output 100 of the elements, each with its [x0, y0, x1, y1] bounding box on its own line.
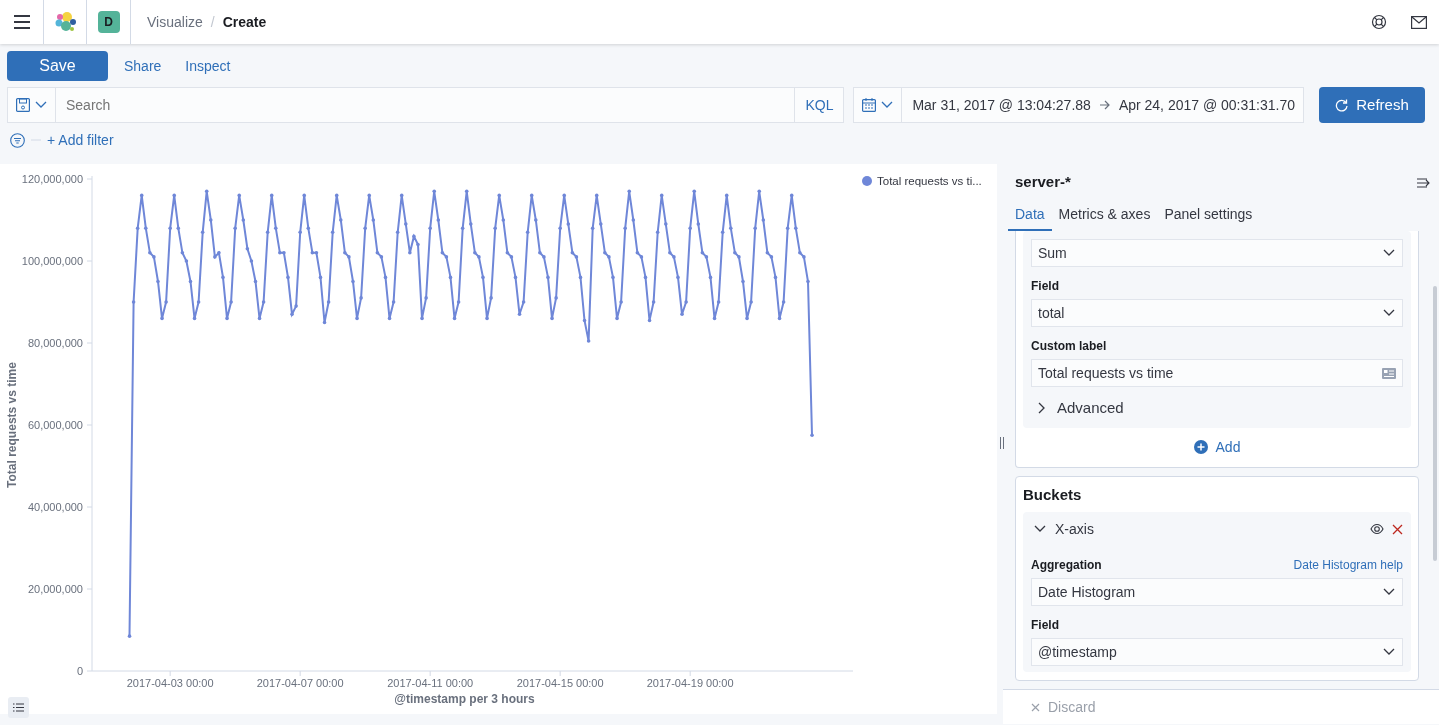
- data-point: [371, 218, 376, 222]
- select-field[interactable]: @timestamp: [1031, 638, 1403, 666]
- data-point: [241, 218, 246, 222]
- tab[interactable]: Metrics & axes: [1051, 204, 1158, 231]
- legend-item[interactable]: Total requests vs ti...: [862, 175, 982, 187]
- data-point: [156, 279, 160, 284]
- legend-toggle-button[interactable]: [8, 697, 29, 718]
- start-date-button[interactable]: Mar 31, 2017 @ 13:04:27.88: [902, 94, 1091, 116]
- y-tick-label: 40,000,000: [27, 501, 83, 513]
- data-point: [225, 316, 229, 321]
- y-tick-label: 20,000,000: [27, 583, 83, 595]
- data-point: [590, 226, 595, 230]
- data-point: [306, 226, 311, 230]
- y-tick-label: 120,000,000: [21, 173, 83, 185]
- eye-icon[interactable]: [1370, 523, 1384, 535]
- menu-icon[interactable]: [13, 15, 30, 29]
- data-point: [391, 300, 396, 304]
- data-point: [188, 279, 193, 284]
- data-point: [594, 193, 599, 198]
- scrollbar-thumb[interactable]: [1433, 286, 1437, 561]
- logo-icon[interactable]: [54, 11, 76, 33]
- data-point: [501, 218, 506, 222]
- breadcrumb: Create: [222, 12, 267, 32]
- data-point: [200, 230, 205, 235]
- data-point: [404, 222, 408, 226]
- data-point: [383, 275, 388, 280]
- data-point: [781, 300, 786, 304]
- select-field[interactable]: Date Histogram: [1031, 578, 1403, 606]
- select-field[interactable]: Sum: [1031, 239, 1403, 267]
- data-point: [127, 634, 132, 638]
- data-point: [586, 339, 591, 343]
- breadcrumb[interactable]: Visualize: [147, 11, 203, 33]
- help-link[interactable]: Date Histogram help: [1293, 556, 1403, 574]
- data-point: [655, 230, 660, 235]
- refresh-button[interactable]: Refresh: [1319, 87, 1425, 123]
- data-point: [339, 218, 343, 222]
- data-point: [615, 316, 619, 321]
- data-point: [619, 300, 623, 304]
- data-point: [355, 316, 359, 321]
- data-point: [326, 300, 331, 304]
- close-icon: [1031, 702, 1040, 712]
- data-point: [489, 296, 493, 300]
- data-point: [448, 275, 453, 280]
- space-avatar[interactable]: D: [97, 11, 120, 33]
- input-field[interactable]: Total requests vs time: [1031, 359, 1403, 387]
- add-filter-link[interactable]: + Add filter: [47, 129, 114, 151]
- end-date-button[interactable]: Apr 24, 2017 @ 00:31:31.70: [1118, 94, 1295, 116]
- data-point: [363, 226, 367, 230]
- data-point: [708, 275, 713, 280]
- data-point: [249, 259, 254, 263]
- nav-link[interactable]: Share: [116, 55, 170, 77]
- data-point: [785, 226, 790, 230]
- save-button[interactable]: Save: [7, 51, 108, 81]
- resize-handle-icon[interactable]: [1000, 437, 1004, 449]
- data-point: [493, 226, 497, 230]
- data-point: [724, 193, 729, 198]
- data-point: [521, 300, 526, 304]
- mail-icon[interactable]: [1411, 15, 1427, 29]
- bucket-toggle[interactable]: X-axis: [1031, 518, 1096, 540]
- data-point: [298, 230, 302, 235]
- data-point: [221, 275, 225, 280]
- data-point: [692, 189, 697, 194]
- data-point: [334, 193, 339, 198]
- data-point: [168, 226, 172, 230]
- data-point: [794, 226, 798, 230]
- add-button[interactable]: Add: [1187, 435, 1247, 459]
- data-point: [367, 193, 372, 198]
- data-point: [322, 320, 327, 325]
- filter-icon[interactable]: [10, 132, 25, 148]
- collapse-icon[interactable]: [1417, 176, 1431, 189]
- data-point: [229, 300, 233, 304]
- data-point: [261, 300, 266, 304]
- data-point: [428, 226, 432, 230]
- data-point: [387, 316, 392, 321]
- data-point: [265, 230, 270, 235]
- data-point: [578, 275, 583, 280]
- data-point: [144, 226, 148, 230]
- refresh-icon: [1335, 98, 1349, 112]
- data-point: [180, 251, 185, 255]
- data-point: [716, 300, 721, 304]
- close-icon[interactable]: [1392, 523, 1403, 535]
- data-point: [359, 296, 363, 300]
- advanced-toggle[interactable]: Advanced: [1031, 397, 1128, 420]
- data-point: [481, 275, 485, 280]
- data-point: [294, 304, 298, 308]
- help-icon[interactable]: [1371, 14, 1387, 30]
- data-point: [554, 296, 558, 300]
- nav-link[interactable]: Inspect: [177, 55, 239, 77]
- data-point: [684, 300, 688, 304]
- select-field[interactable]: total: [1031, 299, 1403, 327]
- x-tick-label: 2017-04-11 00:00: [387, 677, 474, 689]
- data-point: [599, 222, 603, 226]
- data-point: [485, 316, 489, 321]
- field-label: Aggregation: [1031, 557, 1102, 574]
- data-point: [420, 316, 424, 321]
- data-point: [436, 218, 441, 222]
- data-point: [452, 316, 457, 321]
- tab[interactable]: Panel settings: [1157, 204, 1260, 231]
- data-point: [351, 279, 355, 284]
- y-tick-label: 60,000,000: [27, 419, 83, 431]
